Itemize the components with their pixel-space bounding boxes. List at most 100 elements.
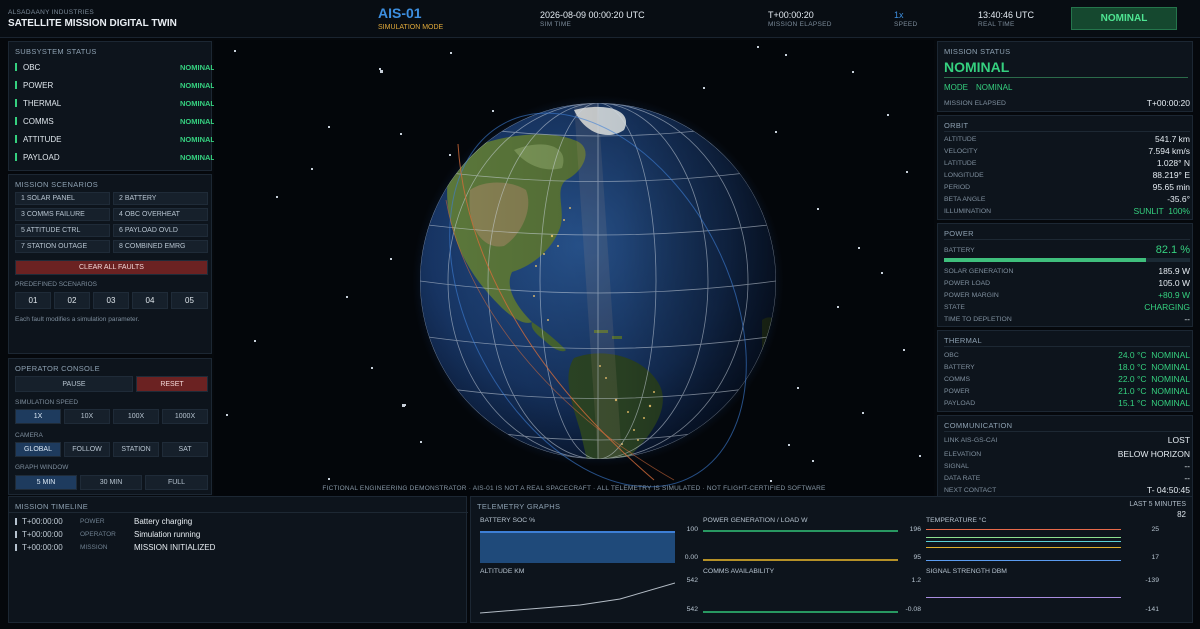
subsystem-status: NOMINAL [180,98,215,108]
elapsed-label: MISSION ELAPSED [768,21,832,28]
camera-label: CAMERA [15,432,43,439]
kv-key: DATA RATE [944,474,981,482]
kv-value: 18.0 °C NOMINAL [1118,362,1190,372]
speed-1x-button[interactable]: 1X [15,409,61,424]
scenario-button-05[interactable]: 05 [171,292,208,309]
graph-min: 0.00 [684,554,698,561]
thermal-row-battery: BATTERY 18.0 °C NOMINAL [944,361,1190,373]
subsystem-name: OBC [23,62,41,72]
battery-bar [944,258,1190,262]
fault-button-station-outage[interactable]: 7 STATION OUTAGE [15,240,110,253]
globe-viewport[interactable]: FICTIONAL ENGINEERING DEMONSTRATOR · AIS… [214,40,934,496]
reset-button[interactable]: RESET [136,376,208,392]
app-title: SATELLITE MISSION DIGITAL TWIN [8,18,177,29]
sample-count: 82 [1177,510,1186,519]
kv-key: VELOCITY [944,147,978,155]
predefined-scenarios-label: PREDEFINED SCENARIOS [15,281,97,288]
window-5min-button[interactable]: 5 MIN [15,475,77,490]
mission-elapsed-row: MISSION ELAPSED T+00:00:20 [944,97,1190,109]
kv-value: 24.0 °C NOMINAL [1118,350,1190,360]
kv-key: ALTITUDE [944,135,977,143]
event-marker [15,543,17,551]
scenario-button-01[interactable]: 01 [15,292,51,309]
temp-line-comms [926,537,1121,538]
pause-button[interactable]: PAUSE [15,376,133,392]
thermal-row-comms: COMMS 22.0 °C NOMINAL [944,373,1190,385]
divider [944,346,1190,347]
fault-button-comms-failure[interactable]: 3 COMMS FAILURE [15,208,110,221]
fault-button-obc-overheat[interactable]: 4 OBC OVERHEAT [113,208,208,221]
kv-key: BATTERY [944,363,975,371]
power-row-solar: SOLAR GENERATION 185.9 W [944,265,1190,277]
telemetry-graphs-panel: TELEMETRY GRAPHS LAST 5 MINUTES 82 BATTE… [470,496,1193,623]
fault-button-solar-panel[interactable]: 1 SOLAR PANEL [15,192,110,205]
orbit-row-altitude: ALTITUDE 541.7 km [944,133,1190,145]
kv-value: +80.9 W [1158,290,1190,300]
battery-soc-graph-area [480,531,675,563]
subsystem-status: NOMINAL [180,152,215,162]
event-message: Simulation running [134,529,201,539]
window-full-button[interactable]: FULL [145,475,208,490]
real-time-label: REAL TIME [978,21,1015,28]
kv-value: 22.0 °C NOMINAL [1118,374,1190,384]
orbit-row-longitude: LONGITUDE 88.219° E [944,169,1190,181]
fault-button-attitude-ctrl[interactable]: 5 ATTITUDE CTRL [15,224,110,237]
temp-line-power [926,541,1121,542]
kv-key: SIGNAL [944,462,969,470]
speed-1000x-button[interactable]: 1000X [162,409,208,424]
speed-10x-button[interactable]: 10X [64,409,110,424]
orbit-row-latitude: LATITUDE 1.028° N [944,157,1190,169]
disclaimer-text: FICTIONAL ENGINEERING DEMONSTRATOR · AIS… [322,485,826,492]
fault-button-payload-ovld[interactable]: 6 PAYLOAD OVLD [113,224,208,237]
kv-key: LINK AIS-GS-CAI [944,436,998,444]
event-time: T+00:00:00 [22,516,63,526]
kv-key: POWER [944,387,970,395]
window-30min-button[interactable]: 30 MIN [80,475,142,490]
camera-follow-button[interactable]: FOLLOW [64,442,110,457]
kv-value: LOST [1167,435,1190,445]
camera-station-button[interactable]: STATION [113,442,159,457]
camera-global-button[interactable]: GLOBAL [15,442,61,457]
event-marker [15,530,17,538]
kv-value: SUNLIT 100% [1133,206,1190,216]
power-row-depletion: TIME TO DEPLETION -- [944,313,1190,325]
subsystem-name: ATTITUDE [23,134,62,144]
graph-max: -139 [1145,577,1159,584]
speed-100x-button[interactable]: 100X [113,409,159,424]
fault-button-battery[interactable]: 2 BATTERY [113,192,208,205]
subsystem-status: NOMINAL [180,116,215,126]
status-indicator [15,63,17,71]
clear-all-faults-button[interactable]: CLEAR ALL FAULTS [15,260,208,275]
divider [944,239,1190,240]
graph-title-power: POWER GENERATION / LOAD W [703,517,808,524]
subsystem-status: NOMINAL [180,80,215,90]
comm-row-next-contact: NEXT CONTACT T- 04:50:45 [944,484,1190,496]
real-time-value: 13:40:46 UTC [978,10,1035,20]
kv-value: 95.65 min [1152,182,1190,192]
kv-value: BELOW HORIZON [1117,449,1190,459]
graph-title-temperature: TEMPERATURE °C [926,517,987,524]
scenario-button-03[interactable]: 03 [93,292,129,309]
subsystem-name: THERMAL [23,98,62,108]
fault-button-combined-emrg[interactable]: 8 COMBINED EMRG [113,240,208,253]
simulation-speed-label: SIMULATION SPEED [15,399,79,406]
timeline-event: T+00:00:00 MISSION MISSION INITIALIZED [15,541,215,553]
scenario-button-02[interactable]: 02 [54,292,90,309]
kv-key: NEXT CONTACT [944,486,997,494]
temp-line-obc [926,529,1121,530]
timeline-event: T+00:00:00 OPERATOR Simulation running [15,528,200,540]
kv-key: STATE [944,303,965,311]
orbit-panel: ORBIT ALTITUDE 541.7 km VELOCITY 7.594 km/… [937,115,1193,220]
scenario-note: Each fault modifies a simulation paramet… [15,316,140,323]
graph-window-label: GRAPH WINDOW [15,464,69,471]
event-time: T+00:00:00 [22,529,63,539]
scenario-button-04[interactable]: 04 [132,292,168,309]
kv-key: BETA ANGLE [944,195,986,203]
divider [944,131,1190,132]
subsystem-status-panel: SUBSYSTEM STATUS OBC NOMINAL POWER NOMINAL… [8,41,215,171]
graph-max: 542 [686,577,698,584]
kv-value: 541.7 km [1155,134,1190,144]
camera-sat-button[interactable]: SAT [162,442,208,457]
speed-value: 1x [894,10,904,20]
kv-key: OBC [944,351,959,359]
